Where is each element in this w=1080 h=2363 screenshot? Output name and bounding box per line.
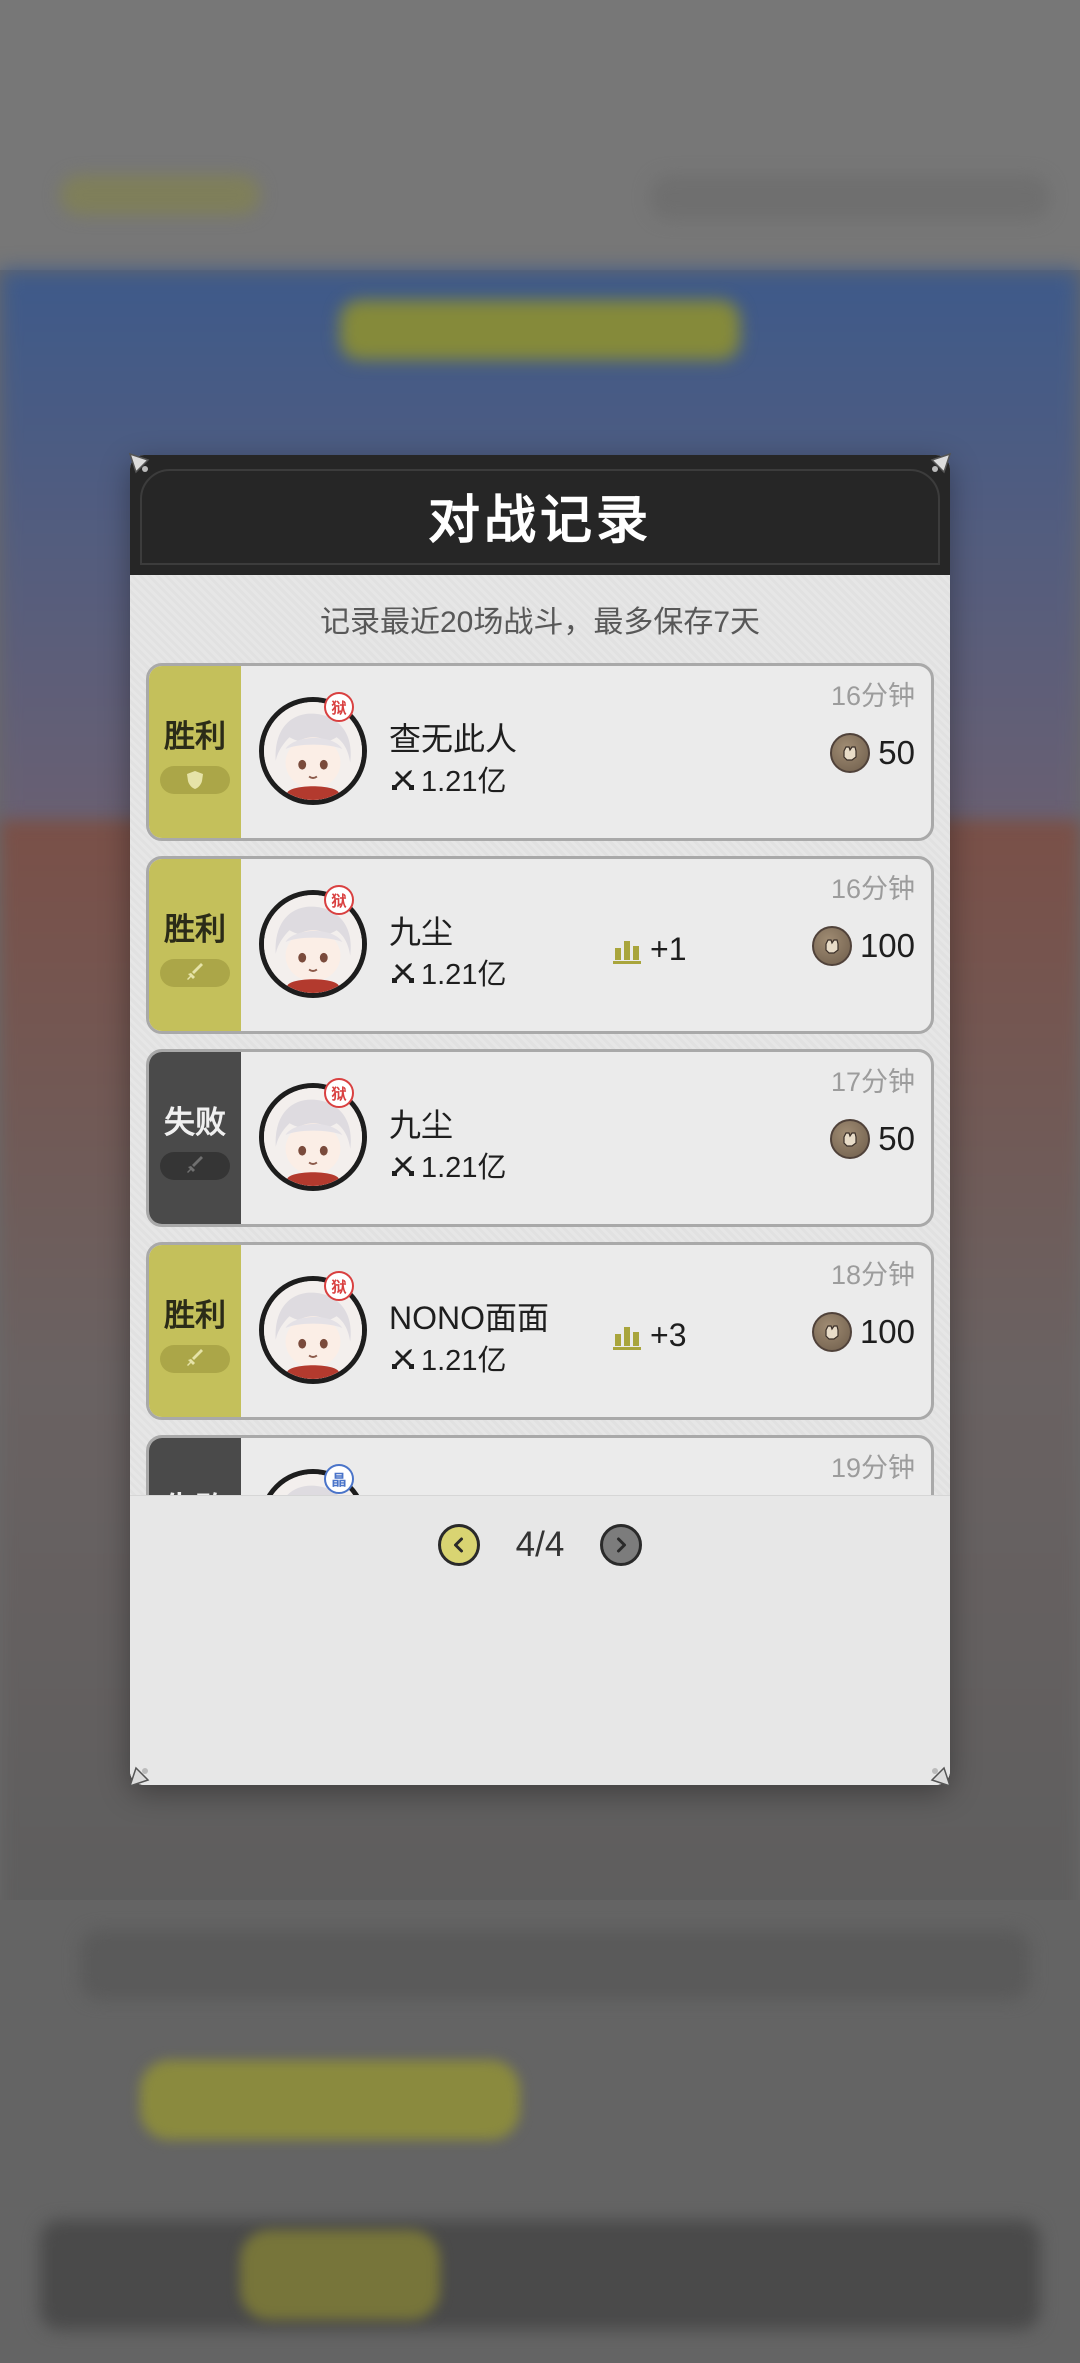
power-text: 1.21亿 <box>421 1345 507 1377</box>
points-text: 50 <box>878 1120 915 1157</box>
record-time: 19分钟 <box>830 1453 915 1483</box>
record-time: 17分钟 <box>830 1067 915 1097</box>
record-time: 18分钟 <box>830 1260 915 1290</box>
result-label: 失败 <box>164 1104 226 1140</box>
power-text: 1.21亿 <box>421 1152 507 1184</box>
battle-record-row[interactable]: 胜利 狱 NONO面面 1.21亿 +3 18分钟 100 <box>146 1242 934 1420</box>
dialog-body: 记录最近20场战斗，最多保存7天 胜利狱查无此人 1.21亿 16分钟 50 胜利狱九尘… <box>130 575 950 1785</box>
battle-record-row[interactable]: 失败 狱九尘 1.21亿 17分钟 50 <box>146 1049 934 1227</box>
chevron-left-icon <box>453 1537 463 1553</box>
power-icon <box>392 963 414 983</box>
faction-tag: 晶 <box>324 1464 354 1494</box>
fist-coin-icon <box>830 733 871 773</box>
battle-record-row[interactable]: 胜利 狱九尘 1.21亿 +1 16分钟 100 <box>146 856 934 1034</box>
sword-icon <box>160 1344 230 1373</box>
power-value: 1.21亿 <box>389 951 506 993</box>
rank-change-text: +3 <box>650 1317 687 1353</box>
rank-change: +3 <box>612 1317 686 1354</box>
corner-ornament-icon <box>128 452 162 486</box>
pagination-bar: 4/4 <box>130 1495 950 1785</box>
prev-page-button[interactable] <box>437 1524 480 1566</box>
power-icon <box>392 1349 414 1369</box>
points-text: 50 <box>878 734 915 771</box>
player-name: NONO面面 <box>389 1300 550 1336</box>
power-value: 1.21亿 <box>389 758 506 800</box>
player-name: 九尘 <box>389 1107 454 1143</box>
power-value: 1.21亿 <box>389 1337 506 1379</box>
fist-coin-icon <box>830 1119 871 1159</box>
corner-ornament-icon <box>128 1754 162 1788</box>
faction-tag: 狱 <box>324 1078 354 1108</box>
corner-ornament-icon <box>918 452 952 486</box>
player-name: 九尘 <box>389 914 454 950</box>
sword-icon <box>160 1151 230 1180</box>
pagination: 4/4 <box>130 1524 950 1566</box>
rank-icon <box>613 1326 641 1350</box>
power-text: 1.21亿 <box>421 959 507 991</box>
result-label: 胜利 <box>164 911 226 947</box>
record-time: 16分钟 <box>830 874 915 904</box>
points: 50 <box>830 1119 915 1159</box>
points: 100 <box>811 1312 915 1352</box>
corner-ornament-icon <box>918 1754 952 1788</box>
rank-change-text: +1 <box>650 931 687 967</box>
points-text: 100 <box>859 1313 915 1350</box>
points: 50 <box>830 733 915 773</box>
rank-icon <box>613 940 641 964</box>
result-panel: 胜利 <box>149 859 241 1031</box>
power-text: 1.21亿 <box>421 766 507 798</box>
faction-tag: 狱 <box>324 885 354 915</box>
dialog-title: 对战记录 <box>427 491 652 550</box>
battle-record-row[interactable]: 胜利 狱查无此人 1.21亿 16分钟 50 <box>146 663 934 841</box>
result-panel: 胜利 <box>149 1245 241 1417</box>
faction-tag: 狱 <box>324 692 354 722</box>
fist-coin-icon <box>811 926 852 966</box>
result-label: 胜利 <box>164 1297 226 1333</box>
rank-change: +1 <box>612 931 686 968</box>
shield-icon <box>160 765 230 794</box>
chevron-right-icon <box>617 1537 627 1553</box>
dialog-header: 对战记录 <box>130 455 950 575</box>
points-text: 100 <box>859 927 915 964</box>
player-name: 查无此人 <box>389 721 518 757</box>
fist-coin-icon <box>811 1312 852 1352</box>
power-icon <box>392 770 414 790</box>
sword-icon <box>160 958 230 987</box>
battle-record-dialog: 对战记录 记录最近20场战斗，最多保存7天 胜利狱查无此人 1.21亿 16分钟 50… <box>130 455 950 1785</box>
dialog-subtitle: 记录最近20场战斗，最多保存7天 <box>319 606 761 639</box>
power-value: 1.21亿 <box>389 1144 506 1186</box>
result-panel: 失败 <box>149 1052 241 1224</box>
power-icon <box>392 1156 414 1176</box>
record-time: 16分钟 <box>830 681 915 711</box>
result-label: 胜利 <box>164 718 226 754</box>
faction-tag: 狱 <box>324 1271 354 1301</box>
points: 100 <box>811 926 915 966</box>
record-list: 胜利狱查无此人 1.21亿 16分钟 50 胜利狱九尘 1.21亿 +1 16分钟 100 失败狱… <box>146 663 934 1628</box>
next-page-button[interactable] <box>600 1524 643 1566</box>
result-panel: 胜利 <box>149 666 241 838</box>
page-indicator: 4/4 <box>515 1525 565 1564</box>
